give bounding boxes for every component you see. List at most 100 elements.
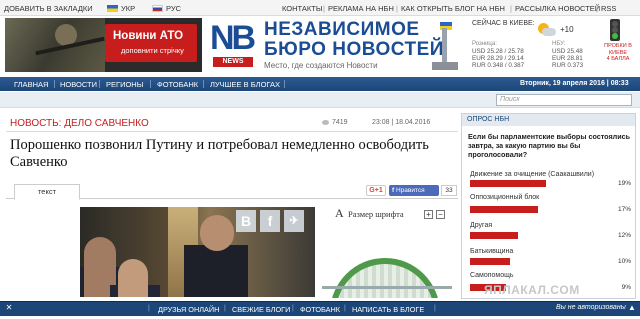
auth-status[interactable]: Вы не авторизованы bbox=[556, 304, 626, 311]
poll-option-label[interactable]: Батькивщина bbox=[470, 248, 513, 255]
add-bookmark-link[interactable]: ДОБАВИТЬ В ЗАКЛАДКИ bbox=[4, 4, 93, 13]
divider: | bbox=[344, 305, 346, 312]
divider: | bbox=[148, 305, 150, 312]
search-placeholder: Поиск bbox=[500, 96, 520, 103]
poll-option-label[interactable]: Движение за очищение (Саакашвили) bbox=[470, 171, 594, 178]
banner-title: Новини АТО bbox=[113, 30, 184, 42]
poll-percent: 10% bbox=[617, 258, 631, 265]
blogger-share-icon[interactable]: B bbox=[236, 210, 256, 232]
divider: | bbox=[396, 4, 398, 13]
partly-cloudy-icon bbox=[536, 23, 556, 37]
poll-option-label[interactable]: Оппозиционный блок bbox=[470, 194, 539, 201]
poll-bar bbox=[470, 180, 546, 187]
lang-ukr-link[interactable]: УКР bbox=[121, 4, 135, 13]
nav-divider bbox=[284, 80, 285, 88]
close-icon[interactable]: ✕ bbox=[4, 303, 14, 313]
friends-online-link[interactable]: ДРУЗЬЯ ОНЛАЙН bbox=[158, 305, 219, 314]
independence-monument-icon bbox=[426, 22, 464, 70]
traffic-level: 4 БАЛЛА bbox=[606, 56, 630, 62]
retail-rate: RUR 0.348 / 0.387 bbox=[472, 62, 525, 69]
traffic-widget[interactable]: ПРОБКИ В КИЕВЕ 4 БАЛЛА bbox=[600, 43, 636, 63]
poll-question: Если бы парламентские выборы состоялись … bbox=[468, 132, 631, 159]
share-icons: B f ✈ bbox=[236, 210, 316, 234]
poll-percent: 12% bbox=[617, 232, 631, 239]
divider: | bbox=[323, 4, 325, 13]
poll-option-label[interactable]: Другая bbox=[470, 222, 492, 229]
retail-rate: EUR 28.29 / 29.14 bbox=[472, 55, 524, 62]
soldier-image bbox=[5, 18, 105, 72]
ato-news-banner[interactable]: Новини АТО доповнити стрічку bbox=[5, 18, 202, 72]
ads-link[interactable]: РЕКЛАМА НА НБН bbox=[328, 4, 394, 13]
traffic-light-icon[interactable] bbox=[610, 19, 620, 41]
font-size-label: Размер шрифта bbox=[348, 209, 404, 219]
poll-bar bbox=[470, 206, 538, 213]
nav-item-news[interactable]: НОВОСТИ bbox=[60, 80, 97, 89]
russia-flag-icon bbox=[152, 5, 163, 12]
nbu-rate: USD 25.48 bbox=[552, 48, 583, 55]
views-eye-icon bbox=[322, 120, 329, 125]
ukraine-flag-icon bbox=[107, 5, 118, 12]
font-increase-button[interactable]: + bbox=[424, 210, 433, 219]
bottom-bar: | ДРУЗЬЯ ОНЛАЙН | СВЕЖИЕ БЛОГИ | ФОТОБАН… bbox=[0, 301, 640, 316]
site-name-line1: НЕЗАВИСИМОЕ bbox=[264, 19, 420, 40]
nav-divider bbox=[203, 80, 204, 88]
monument-column bbox=[442, 28, 447, 64]
site-name-line2: БЮРО НОВОСТЕЙ bbox=[264, 39, 444, 60]
related-image[interactable] bbox=[322, 236, 452, 298]
temperature: +10 bbox=[560, 25, 574, 34]
nav-divider bbox=[99, 80, 100, 88]
facebook-like-button[interactable]: f Нравится bbox=[389, 185, 439, 196]
photobank-link[interactable]: ФОТОБАНК bbox=[300, 305, 340, 314]
newsletter-link[interactable]: РАССЫЛКА НОВОСТЕЙ bbox=[515, 4, 600, 13]
rss-link[interactable]: RSS bbox=[601, 4, 616, 13]
poll-option-label[interactable]: Самопомощь bbox=[470, 272, 514, 279]
poll-bar bbox=[470, 258, 510, 265]
article-category[interactable]: НОВОСТЬ: ДЕЛО САВЧЕНКО bbox=[10, 118, 149, 129]
poll-header: ОПРОС НБН bbox=[462, 114, 635, 126]
fb-like-label: Нравится bbox=[395, 187, 425, 194]
logo-letters: NB bbox=[210, 19, 256, 57]
divider: | bbox=[292, 305, 294, 312]
scroll-up-icon[interactable]: ▲ bbox=[627, 303, 637, 313]
nav-item-photobank[interactable]: ФОТОБАНК bbox=[157, 80, 198, 89]
poll-percent: 17% bbox=[617, 206, 631, 213]
fresh-blogs-link[interactable]: СВЕЖИЕ БЛОГИ bbox=[232, 305, 290, 314]
divider: | bbox=[224, 305, 226, 312]
banner-subtitle: доповнити стрічку bbox=[121, 46, 184, 55]
open-blog-link[interactable]: КАК ОТКРЫТЬ БЛОГ НА НБН bbox=[401, 4, 505, 13]
article-headline: Порошенко позвонил Путину и потребовал н… bbox=[10, 137, 429, 170]
nav-divider bbox=[54, 80, 55, 88]
poll-percent: 19% bbox=[617, 180, 631, 187]
divider bbox=[6, 131, 458, 132]
site-logo[interactable]: NB NEWS bbox=[210, 19, 256, 67]
lang-rus-link[interactable]: РУС bbox=[166, 4, 181, 13]
contacts-link[interactable]: КОНТАКТЫ bbox=[282, 4, 322, 13]
traffic-label: ПРОБКИ В КИЕВЕ bbox=[604, 43, 632, 56]
write-blog-link[interactable]: НАПИСАТЬ В БЛОГЕ bbox=[352, 305, 424, 314]
watermark-text: ЯПЛАКАЛ.COM bbox=[484, 283, 580, 297]
search-input[interactable]: Поиск bbox=[496, 94, 632, 106]
nav-divider bbox=[150, 80, 151, 88]
font-decrease-button[interactable]: − bbox=[436, 210, 445, 219]
retail-rate: USD 25.28 / 25.78 bbox=[472, 48, 524, 55]
twitter-share-icon[interactable]: ✈ bbox=[284, 210, 304, 232]
site-tagline: Место, где создаются Новости bbox=[264, 61, 378, 70]
retail-rates-label: Розница: bbox=[472, 41, 497, 47]
divider: | bbox=[434, 305, 436, 312]
font-size-icon: A bbox=[335, 206, 344, 220]
facebook-like-count: 33 bbox=[441, 185, 457, 196]
tab-text[interactable]: текст bbox=[14, 184, 80, 200]
top-bar: ДОБАВИТЬ В ЗАКЛАДКИ УКР РУС КОНТАКТЫ | Р… bbox=[0, 0, 640, 16]
nbu-rate: EUR 28.81 bbox=[552, 55, 583, 62]
monument-base bbox=[432, 62, 458, 70]
nav-item-home[interactable]: ГЛАВНАЯ bbox=[14, 80, 48, 89]
weather-label: СЕЙЧАС В КИЕВЕ: bbox=[472, 20, 535, 27]
facebook-share-icon[interactable]: f bbox=[260, 210, 280, 232]
current-datetime: Вторник, 19 апреля 2016 | 08:33 bbox=[520, 80, 629, 87]
google-plus-button[interactable]: G+1 bbox=[366, 185, 386, 196]
divider: | bbox=[596, 4, 598, 13]
poll-percent: 9% bbox=[621, 284, 631, 291]
nav-item-regions[interactable]: РЕГИОНЫ bbox=[106, 80, 143, 89]
nav-item-best-blogs[interactable]: ЛУЧШЕЕ В БЛОГАХ bbox=[210, 80, 280, 89]
logo-news-tag: NEWS bbox=[213, 57, 253, 67]
